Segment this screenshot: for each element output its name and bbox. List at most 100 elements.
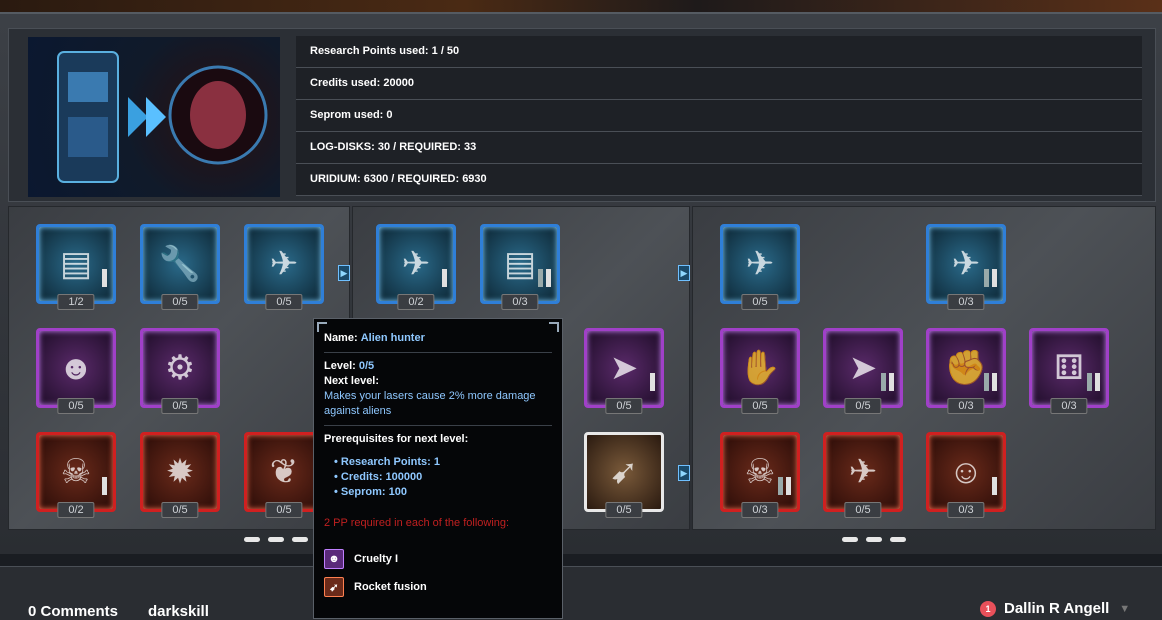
skill-tile-jet[interactable]: ✈ 0/5 bbox=[823, 432, 903, 518]
skill-tile-face[interactable]: ☺ 0/3 bbox=[926, 432, 1006, 518]
skill-tile-cruelty[interactable]: ☻ 0/5 bbox=[36, 328, 116, 414]
skill-tile-spaceship[interactable]: ✈ 0/5 bbox=[720, 224, 800, 310]
progress-bar bbox=[992, 477, 997, 495]
page-indicator-right[interactable] bbox=[842, 537, 906, 542]
site-name[interactable]: darkskill bbox=[148, 603, 209, 620]
chevron-right-icon[interactable]: ▶ bbox=[338, 265, 350, 281]
required-skill-name: Cruelty I bbox=[354, 553, 399, 565]
notification-badge[interactable]: 1 bbox=[980, 600, 996, 617]
skill-level: 0/5 bbox=[265, 502, 303, 518]
page-dot[interactable] bbox=[268, 537, 284, 542]
jet-icon: ✈ bbox=[848, 453, 878, 491]
page-dot[interactable] bbox=[890, 537, 906, 542]
credits-stat: Credits used: 20000 bbox=[296, 68, 1142, 100]
skill-level: 0/3 bbox=[947, 398, 985, 414]
skill-level: 0/5 bbox=[57, 398, 95, 414]
skill-level: 0/5 bbox=[161, 502, 199, 518]
skill-level: 0/5 bbox=[605, 502, 643, 518]
page-dot[interactable] bbox=[244, 537, 260, 542]
skill-tile-tactics[interactable]: ⚙ 0/5 bbox=[140, 328, 220, 414]
skill-level: 0/5 bbox=[265, 294, 303, 310]
progress-bar bbox=[881, 373, 886, 391]
cruelty-icon: ☻ bbox=[324, 549, 344, 569]
skill-level: 0/3 bbox=[947, 294, 985, 310]
skill-tile-rocket-2[interactable]: ➤ 0/5 bbox=[823, 328, 903, 414]
progress-bar bbox=[102, 269, 107, 287]
rocket-icon: ➹ bbox=[324, 577, 344, 597]
skill-tile-skull[interactable]: ☠ 0/2 bbox=[36, 432, 116, 518]
seprom-stat: Seprom used: 0 bbox=[296, 100, 1142, 132]
skill-level: 0/2 bbox=[57, 502, 95, 518]
progress-bar bbox=[102, 477, 107, 495]
progress-bar bbox=[984, 269, 989, 287]
prereq-list: Research Points: 1 Credits: 100000 Sepro… bbox=[324, 455, 552, 500]
skill-tile-skull-2[interactable]: ☠ 0/3 bbox=[720, 432, 800, 518]
skill-tile-fighter[interactable]: ✈ 0/2 bbox=[376, 224, 456, 310]
fist-icon: ✊ bbox=[944, 349, 988, 387]
tooltip-level-value: 0/5 bbox=[358, 360, 375, 372]
skill-tile-dice[interactable]: ⚅ 0/3 bbox=[1029, 328, 1109, 414]
progress-bar bbox=[778, 477, 783, 495]
skill-tile-alien[interactable]: ❦ 0/5 bbox=[244, 432, 324, 518]
skill-tile-rocket[interactable]: ➤ 0/5 bbox=[584, 328, 664, 414]
chevron-right-icon[interactable]: ▶ bbox=[678, 465, 690, 481]
skill-level: 0/5 bbox=[741, 398, 779, 414]
skull-icon: ☠ bbox=[744, 453, 776, 491]
hand-icon: ✋ bbox=[738, 349, 782, 387]
fighter-icon: ✈ bbox=[951, 245, 981, 283]
comments-count[interactable]: 0 Comments bbox=[28, 603, 118, 620]
chevron-right-icon[interactable]: ▶ bbox=[678, 265, 690, 281]
skill-level: 0/3 bbox=[947, 502, 985, 518]
progress-bar bbox=[984, 373, 989, 391]
skill-tile-explosion[interactable]: ✹ 0/5 bbox=[140, 432, 220, 518]
progress-bar bbox=[992, 373, 997, 391]
skill-tile-cargo[interactable]: ▤ 1/2 bbox=[36, 224, 116, 310]
skill-tile-rocket-fusion[interactable]: ➹ 0/5 bbox=[584, 432, 664, 518]
skill-tile-repair[interactable]: 🔧 0/5 bbox=[140, 224, 220, 310]
progress-bar bbox=[442, 269, 447, 287]
skull-icon: ☠ bbox=[60, 453, 92, 491]
progress-bar bbox=[538, 269, 543, 287]
progress-bar bbox=[546, 269, 551, 287]
tooltip-corner bbox=[549, 322, 559, 332]
skill-tile-fighter-2[interactable]: ✈ 0/3 bbox=[926, 224, 1006, 310]
skill-tile-hand[interactable]: ✋ 0/5 bbox=[720, 328, 800, 414]
face-icon: ☺ bbox=[948, 452, 984, 491]
cargo-icon: ▤ bbox=[59, 245, 93, 283]
page-dot[interactable] bbox=[292, 537, 308, 542]
skill-level: 0/5 bbox=[605, 398, 643, 414]
tooltip-next-level-label: Next level: bbox=[324, 375, 380, 387]
spaceship-icon: ✈ bbox=[745, 245, 775, 283]
research-points-stat: Research Points used: 1 / 50 bbox=[296, 36, 1142, 68]
cargo-icon: ▤ bbox=[503, 245, 537, 283]
progress-bar bbox=[992, 269, 997, 287]
fighter-icon: ✈ bbox=[401, 245, 431, 283]
skill-level: 0/5 bbox=[741, 294, 779, 310]
progress-bar bbox=[650, 373, 655, 391]
progress-bar bbox=[1087, 373, 1092, 391]
skill-level: 0/3 bbox=[741, 502, 779, 518]
page-indicator-left[interactable] bbox=[244, 537, 308, 542]
ship-icon: ✈ bbox=[269, 245, 299, 283]
rocket-icon: ➤ bbox=[848, 349, 878, 387]
prereq-item: Research Points: 1 bbox=[334, 455, 552, 470]
progress-bar bbox=[786, 477, 791, 495]
rocket-icon: ➤ bbox=[609, 349, 639, 387]
skill-tile-ship-hull[interactable]: ✈ 0/5 bbox=[244, 224, 324, 310]
progress-bar bbox=[1095, 373, 1100, 391]
skill-tooltip: Name: Alien hunter Level: 0/5 Next level… bbox=[313, 318, 563, 619]
machine-icon: ⚙ bbox=[164, 349, 196, 387]
prereq-item: Credits: 100000 bbox=[334, 470, 552, 485]
tooltip-level-label: Level: bbox=[324, 360, 356, 372]
skill-tile-cargo-2[interactable]: ▤ 0/3 bbox=[480, 224, 560, 310]
chevron-down-icon[interactable]: ▼ bbox=[1119, 603, 1130, 615]
tooltip-corner bbox=[317, 322, 327, 332]
tooltip-skill-name: Alien hunter bbox=[360, 332, 425, 344]
page-dot[interactable] bbox=[842, 537, 858, 542]
page-dot[interactable] bbox=[866, 537, 882, 542]
tooltip-name-label: Name: bbox=[324, 332, 358, 344]
user-name[interactable]: Dallin R Angell bbox=[1004, 600, 1109, 617]
user-menu[interactable]: 1 Dallin R Angell ▼ bbox=[980, 600, 1130, 617]
skill-tile-fist[interactable]: ✊ 0/3 bbox=[926, 328, 1006, 414]
log-disks-stat: LOG-DISKS: 30 / REQUIRED: 33 bbox=[296, 132, 1142, 164]
